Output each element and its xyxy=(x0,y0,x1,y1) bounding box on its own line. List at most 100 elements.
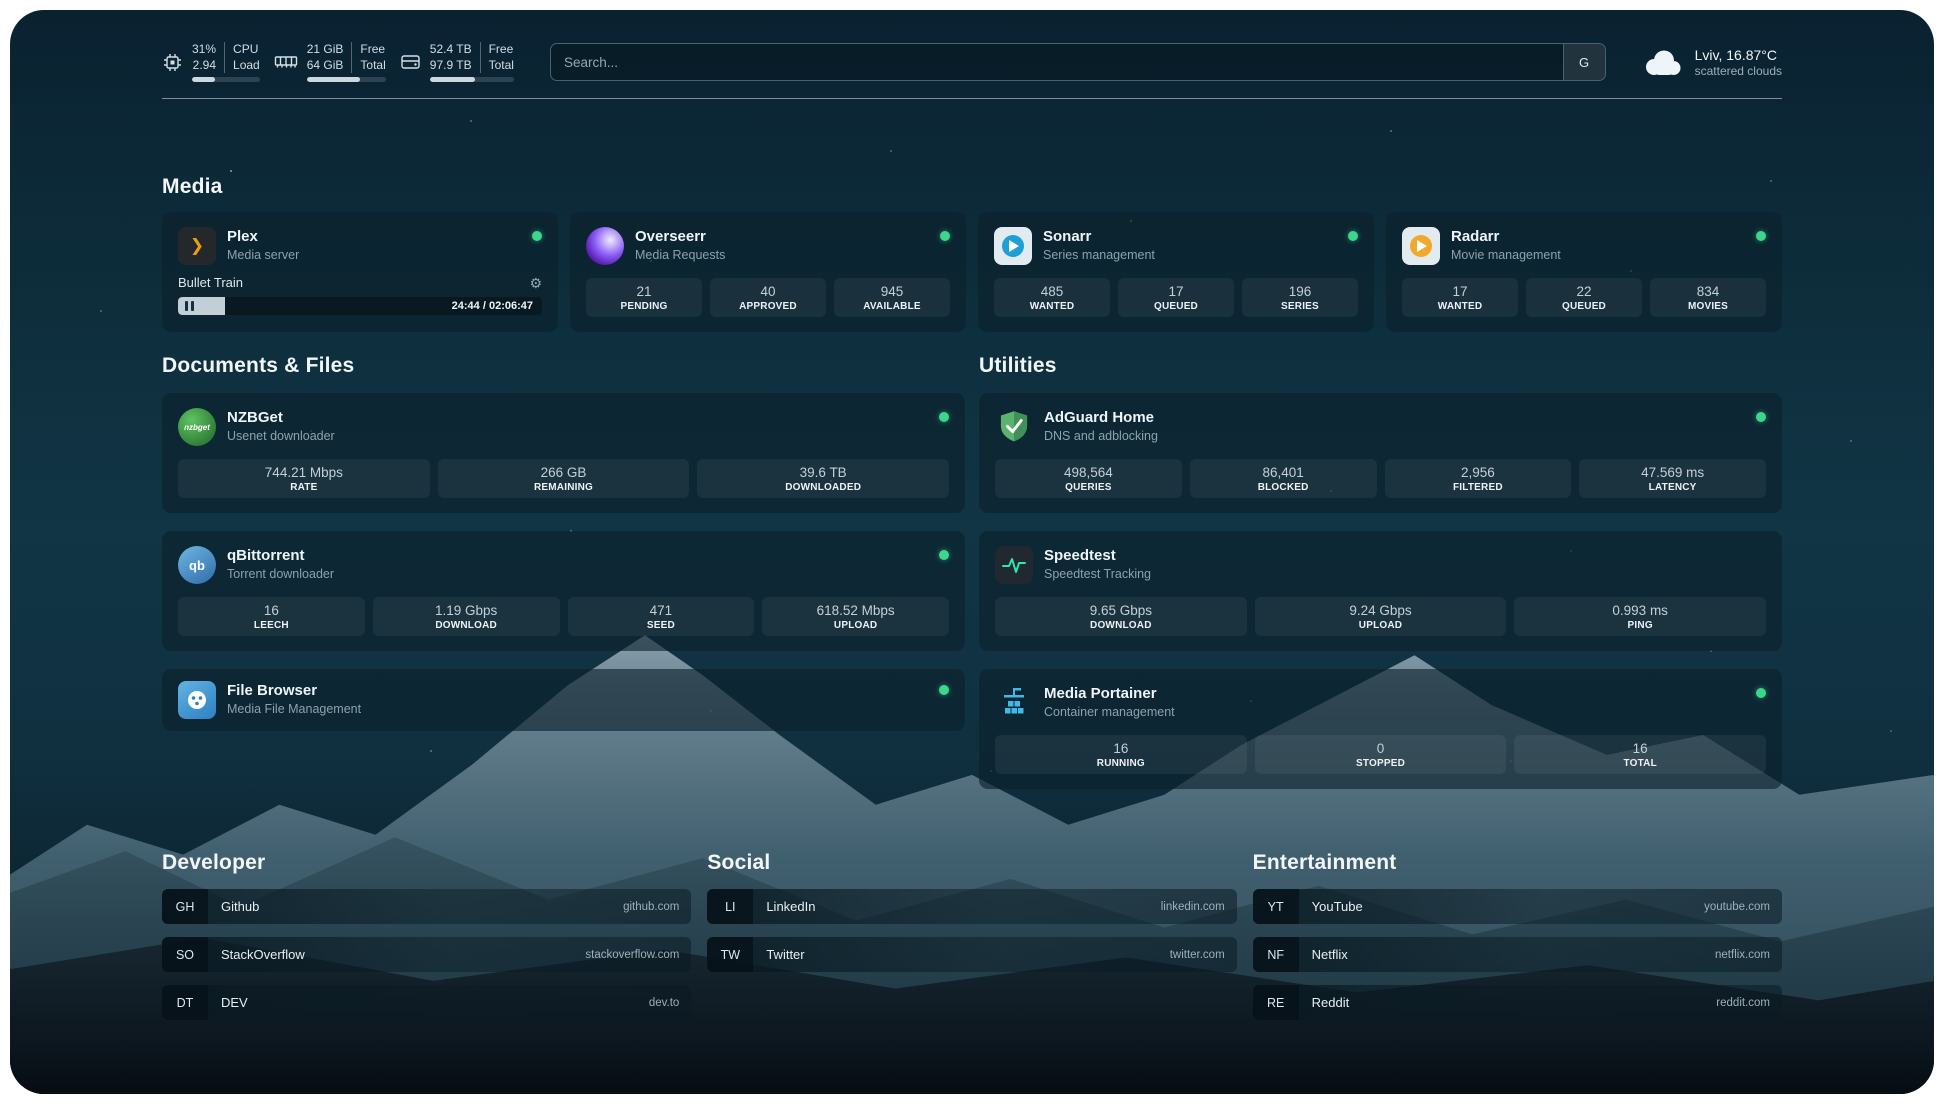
bookmark-name: Netflix xyxy=(1312,947,1348,962)
cpu-load: 2.94 xyxy=(192,58,224,74)
stat-pending: 21PENDING xyxy=(586,278,702,317)
memory-widget: 21 GiB Free 64 GiB Total xyxy=(274,42,386,82)
service-card-filebrowser[interactable]: File Browser Media File Management xyxy=(162,669,965,731)
disk-free-label: Free xyxy=(480,42,514,58)
memory-free: 21 GiB xyxy=(307,42,352,58)
stat-movies: 834MOVIES xyxy=(1650,278,1766,317)
disk-icon xyxy=(400,53,421,71)
status-dot xyxy=(939,550,949,560)
qbittorrent-icon: qb xyxy=(178,546,216,584)
service-card-sonarr[interactable]: Sonarr Series management 485WANTED 17QUE… xyxy=(978,212,1374,332)
service-card-radarr[interactable]: Radarr Movie management 17WANTED 22QUEUE… xyxy=(1386,212,1782,332)
filebrowser-icon xyxy=(178,681,216,719)
cpu-icon xyxy=(162,52,183,73)
stat-wanted: 17WANTED xyxy=(1402,278,1518,317)
bookmark-domain: dev.to xyxy=(649,997,679,1009)
status-dot xyxy=(1756,412,1766,422)
stat-download: 9.65 GbpsDOWNLOAD xyxy=(995,597,1247,636)
stat-latency: 47.569 msLATENCY xyxy=(1579,459,1766,498)
status-dot xyxy=(939,685,949,695)
memory-icon xyxy=(274,53,298,71)
service-desc: Usenet downloader xyxy=(227,429,335,443)
bookmark-domain: twitter.com xyxy=(1170,949,1225,961)
section-documents-files: Documents & Files nzbget NZBGet Usenet d… xyxy=(162,354,965,789)
section-utilities: Utilities AdGuard Home xyxy=(979,354,1782,789)
service-card-nzbget[interactable]: nzbget NZBGet Usenet downloader 744.21 M… xyxy=(162,393,965,513)
entertainment-section-title: Entertainment xyxy=(1253,851,1782,875)
weather-location: Lviv, 16.87°C xyxy=(1695,47,1782,63)
stat-available: 945AVAILABLE xyxy=(834,278,950,317)
stat-queries: 498,564QUERIES xyxy=(995,459,1182,498)
memory-progress-bar xyxy=(307,77,386,82)
service-desc: Media File Management xyxy=(227,702,361,716)
bookmark-domain: netflix.com xyxy=(1715,949,1770,961)
plex-icon: ❯ xyxy=(178,227,216,265)
service-desc: Media Requests xyxy=(635,248,725,262)
disk-total-label: Total xyxy=(480,58,514,74)
dashboard-window: 31% CPU 2.94 Load 21 GiB xyxy=(10,10,1934,1094)
stat-ping: 0.993 msPING xyxy=(1514,597,1766,636)
bookmark-stackoverflow[interactable]: SO StackOverflow stackoverflow.com xyxy=(162,937,691,972)
pause-icon[interactable] xyxy=(185,301,194,311)
status-dot xyxy=(940,231,950,241)
service-desc: DNS and adblocking xyxy=(1044,429,1158,443)
status-dot xyxy=(1348,231,1358,241)
bookmark-domain: youtube.com xyxy=(1704,901,1770,913)
stat-upload: 9.24 GbpsUPLOAD xyxy=(1255,597,1507,636)
stat-running: 16RUNNING xyxy=(995,735,1247,774)
bookmark-abbr: NF xyxy=(1253,937,1299,972)
service-card-qbittorrent[interactable]: qb qBittorrent Torrent downloader 16LEEC… xyxy=(162,531,965,651)
adguard-icon xyxy=(995,408,1033,446)
service-card-plex[interactable]: ❯ Plex Media server Bullet Train ⚙ xyxy=(162,212,558,332)
bookmark-dev[interactable]: DT DEV dev.to xyxy=(162,985,691,1020)
stat-download: 1.19 GbpsDOWNLOAD xyxy=(373,597,560,636)
bookmark-name: Github xyxy=(221,899,259,914)
now-playing-title: Bullet Train xyxy=(178,275,529,290)
bookmark-linkedin[interactable]: LI LinkedIn linkedin.com xyxy=(707,889,1236,924)
bookmark-abbr: YT xyxy=(1253,889,1299,924)
now-playing-progress[interactable]: 24:44 / 02:06:47 xyxy=(178,297,542,315)
disk-progress-bar xyxy=(430,77,514,82)
stat-rate: 744.21 MbpsRATE xyxy=(178,459,430,498)
bookmark-youtube[interactable]: YT YouTube youtube.com xyxy=(1253,889,1782,924)
search-bar: G xyxy=(550,43,1606,81)
weather-widget: Lviv, 16.87°C scattered clouds xyxy=(1640,47,1782,78)
search-input[interactable] xyxy=(551,55,1563,70)
cpu-widget: 31% CPU 2.94 Load xyxy=(162,42,260,82)
radarr-icon xyxy=(1402,227,1440,265)
bookmark-netflix[interactable]: NF Netflix netflix.com xyxy=(1253,937,1782,972)
bookmark-group-developer: Developer GH Github github.com SO StackO… xyxy=(162,851,691,1020)
memory-free-label: Free xyxy=(351,42,385,58)
memory-total-label: Total xyxy=(351,58,385,74)
overseerr-icon xyxy=(586,227,624,265)
service-name: NZBGet xyxy=(227,408,335,428)
speedtest-icon xyxy=(995,546,1033,584)
gear-icon[interactable]: ⚙ xyxy=(529,276,542,290)
service-card-adguard[interactable]: AdGuard Home DNS and adblocking 498,564Q… xyxy=(979,393,1782,513)
bookmark-group-social: Social LI LinkedIn linkedin.com TW Twitt… xyxy=(707,851,1236,1020)
service-card-speedtest[interactable]: Speedtest Speedtest Tracking 9.65 GbpsDO… xyxy=(979,531,1782,651)
bookmark-name: DEV xyxy=(221,995,248,1010)
service-desc: Torrent downloader xyxy=(227,567,334,581)
service-name: Speedtest xyxy=(1044,546,1151,566)
bookmark-github[interactable]: GH Github github.com xyxy=(162,889,691,924)
bookmark-reddit[interactable]: RE Reddit reddit.com xyxy=(1253,985,1782,1020)
stat-queued: 22QUEUED xyxy=(1526,278,1642,317)
service-card-overseerr[interactable]: Overseerr Media Requests 21PENDING 40APP… xyxy=(570,212,966,332)
bookmark-abbr: RE xyxy=(1253,985,1299,1020)
bookmark-name: Twitter xyxy=(766,947,804,962)
bookmark-name: LinkedIn xyxy=(766,899,815,914)
bookmark-twitter[interactable]: TW Twitter twitter.com xyxy=(707,937,1236,972)
portainer-icon xyxy=(995,684,1033,722)
bookmark-domain: stackoverflow.com xyxy=(585,949,679,961)
stat-filtered: 2,956FILTERED xyxy=(1385,459,1572,498)
status-dot xyxy=(1756,231,1766,241)
service-name: qBittorrent xyxy=(227,546,334,566)
stat-seed: 471SEED xyxy=(568,597,755,636)
disk-widget: 52.4 TB Free 97.9 TB Total xyxy=(400,42,514,82)
search-provider-button[interactable]: G xyxy=(1563,44,1605,80)
cpu-progress-bar xyxy=(192,77,260,82)
bookmark-domain: reddit.com xyxy=(1716,997,1770,1009)
now-playing-time: 24:44 / 02:06:47 xyxy=(452,300,533,312)
service-card-portainer[interactable]: Media Portainer Container management 16R… xyxy=(979,669,1782,789)
